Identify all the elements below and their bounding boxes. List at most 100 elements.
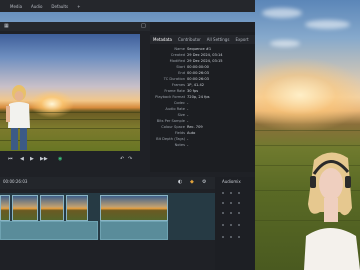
add-icon[interactable]: +	[77, 4, 80, 9]
viewer-toolbar: ▦ □	[0, 22, 150, 31]
metadata-row: Name Sequence #1	[150, 47, 255, 52]
metadata-value: -	[187, 119, 189, 123]
metadata-row: Size -	[150, 113, 255, 118]
metadata-key: Size	[177, 113, 185, 117]
video-viewer[interactable]	[0, 34, 140, 151]
metadata-row: Start 00:00:00:00	[150, 65, 255, 70]
metadata-row: Modified 29 Dec 2024, 03:15	[150, 59, 255, 64]
metadata-key: Modified	[169, 59, 185, 63]
metadata-value: 00:00:26:03	[187, 77, 209, 81]
metadata-value: 29 Dec 2024, 03:14	[187, 53, 223, 57]
menu-bar: Media Audio Defaults +	[0, 0, 255, 12]
expand-icon[interactable]: □	[141, 23, 146, 29]
metadata-value: -	[187, 137, 189, 141]
playback-controls: ⏮ ◀ ▶ ▶▶ ◉ ↶ ↷	[0, 153, 150, 167]
mixer-knob[interactable]	[230, 192, 232, 194]
video-clip[interactable]	[12, 195, 38, 221]
mixer-knob[interactable]	[238, 192, 240, 194]
video-clip[interactable]	[100, 195, 168, 221]
person-in-video	[6, 85, 30, 150]
metadata-row: Created 29 Dec 2024, 03:14	[150, 53, 255, 58]
metadata-value[interactable]: 720p, 24 fps	[187, 95, 210, 99]
mixer-knob[interactable]	[238, 202, 240, 204]
metadata-key: Bits Per Sample	[156, 119, 185, 123]
mixer-knob[interactable]	[238, 236, 240, 238]
step-back-icon[interactable]: ◀	[20, 156, 24, 162]
metadata-row: Codec -	[150, 101, 255, 106]
mixer-knob[interactable]	[230, 224, 232, 226]
tab-all-settings[interactable]: All Settings	[207, 37, 230, 42]
mixer-knob[interactable]	[230, 202, 232, 204]
mixer-knob[interactable]	[238, 212, 240, 214]
video-clip[interactable]	[40, 195, 64, 221]
metadata-value: 00:00:00:00	[187, 65, 209, 69]
play-icon[interactable]: ▶	[30, 156, 34, 162]
settings-icon[interactable]: ⚙	[202, 179, 206, 185]
metadata-row: Playback Format 720p, 24 fps	[150, 95, 255, 100]
mixer-knob[interactable]	[230, 212, 232, 214]
timeline-timecode: 00:00:26:03	[3, 179, 28, 184]
cloud	[305, 20, 350, 29]
metadata-value[interactable]: Rec. 709	[187, 125, 203, 129]
tab-metadata[interactable]: Metadata	[153, 37, 172, 42]
metadata-row: Bit Depth (Tags) -	[150, 137, 255, 142]
metadata-row: Bits Per Sample -	[150, 119, 255, 124]
metadata-key: End	[178, 71, 185, 75]
video-clip[interactable]	[0, 195, 10, 221]
metadata-key: Start	[176, 65, 185, 69]
menu-item-defaults[interactable]: Defaults	[51, 4, 68, 9]
loop-icon[interactable]: ◉	[58, 156, 62, 162]
metadata-key: Created	[170, 53, 185, 57]
metadata-key: Fields	[174, 131, 185, 135]
menu-item-media[interactable]: Media	[10, 4, 22, 9]
timeline-toolbar: 00:00:26:03 ◐ ◆ ⚙	[0, 177, 220, 189]
metadata-row: Frame Rate 30 fps	[150, 89, 255, 94]
mixer-knob[interactable]	[230, 236, 232, 238]
webcam-presenter	[304, 152, 360, 270]
metadata-value: -	[187, 113, 189, 117]
mixer-knob[interactable]	[222, 192, 224, 194]
mixer-knob[interactable]	[222, 202, 224, 204]
metadata-key: Name	[174, 47, 185, 51]
metadata-value: 00:00:26:03	[187, 71, 209, 75]
metadata-value[interactable]: Sequence #1	[187, 47, 211, 51]
metadata-row: Frames 1P, 41.42	[150, 83, 255, 88]
audio-panel-title: Audiomix	[222, 179, 241, 184]
metadata-key: Codec	[173, 101, 185, 105]
redo-icon[interactable]: ↷	[128, 156, 132, 162]
tab-contributor[interactable]: Contributor	[178, 37, 201, 42]
grid-icon[interactable]: ▦	[4, 23, 9, 29]
skip-back-icon[interactable]: ⏮	[8, 156, 13, 162]
metadata-key: Frames	[171, 83, 185, 87]
metadata-key: Bit Depth (Tags)	[156, 137, 185, 141]
metadata-value: -	[187, 143, 189, 147]
audio-clip[interactable]	[0, 221, 98, 240]
mixer-knob[interactable]	[238, 224, 240, 226]
marker-icon[interactable]: ◆	[190, 179, 194, 185]
mixer-knob[interactable]	[222, 212, 224, 214]
metadata-row: Colour Space Rec. 709	[150, 125, 255, 130]
metadata-value: 1P, 41.42	[187, 83, 205, 87]
metadata-key: Notes	[174, 143, 185, 147]
mixer-knob[interactable]	[222, 224, 224, 226]
metadata-value: -	[187, 101, 189, 105]
field-row	[255, 145, 360, 146]
metadata-value: -	[187, 107, 189, 111]
audio-clip[interactable]	[100, 221, 168, 240]
metadata-key: Playback Format	[155, 95, 185, 99]
metadata-row: End 00:00:26:03	[150, 71, 255, 76]
tab-export[interactable]: Export	[235, 37, 248, 42]
step-forward-icon[interactable]: ▶▶	[40, 156, 48, 162]
metadata-value[interactable]: Auto	[187, 131, 195, 135]
mixer-knob[interactable]	[222, 236, 224, 238]
menu-item-audio[interactable]: Audio	[31, 4, 42, 9]
cloud	[262, 8, 302, 18]
metadata-row: Fields Auto	[150, 131, 255, 136]
metadata-key: Colour Space	[161, 125, 185, 129]
cloud	[270, 40, 300, 47]
video-clip[interactable]	[66, 195, 88, 221]
zoom-icon[interactable]: ◐	[178, 179, 182, 185]
undo-icon[interactable]: ↶	[120, 156, 124, 162]
field-row	[255, 130, 360, 131]
metadata-key: Frame Rate	[164, 89, 185, 93]
